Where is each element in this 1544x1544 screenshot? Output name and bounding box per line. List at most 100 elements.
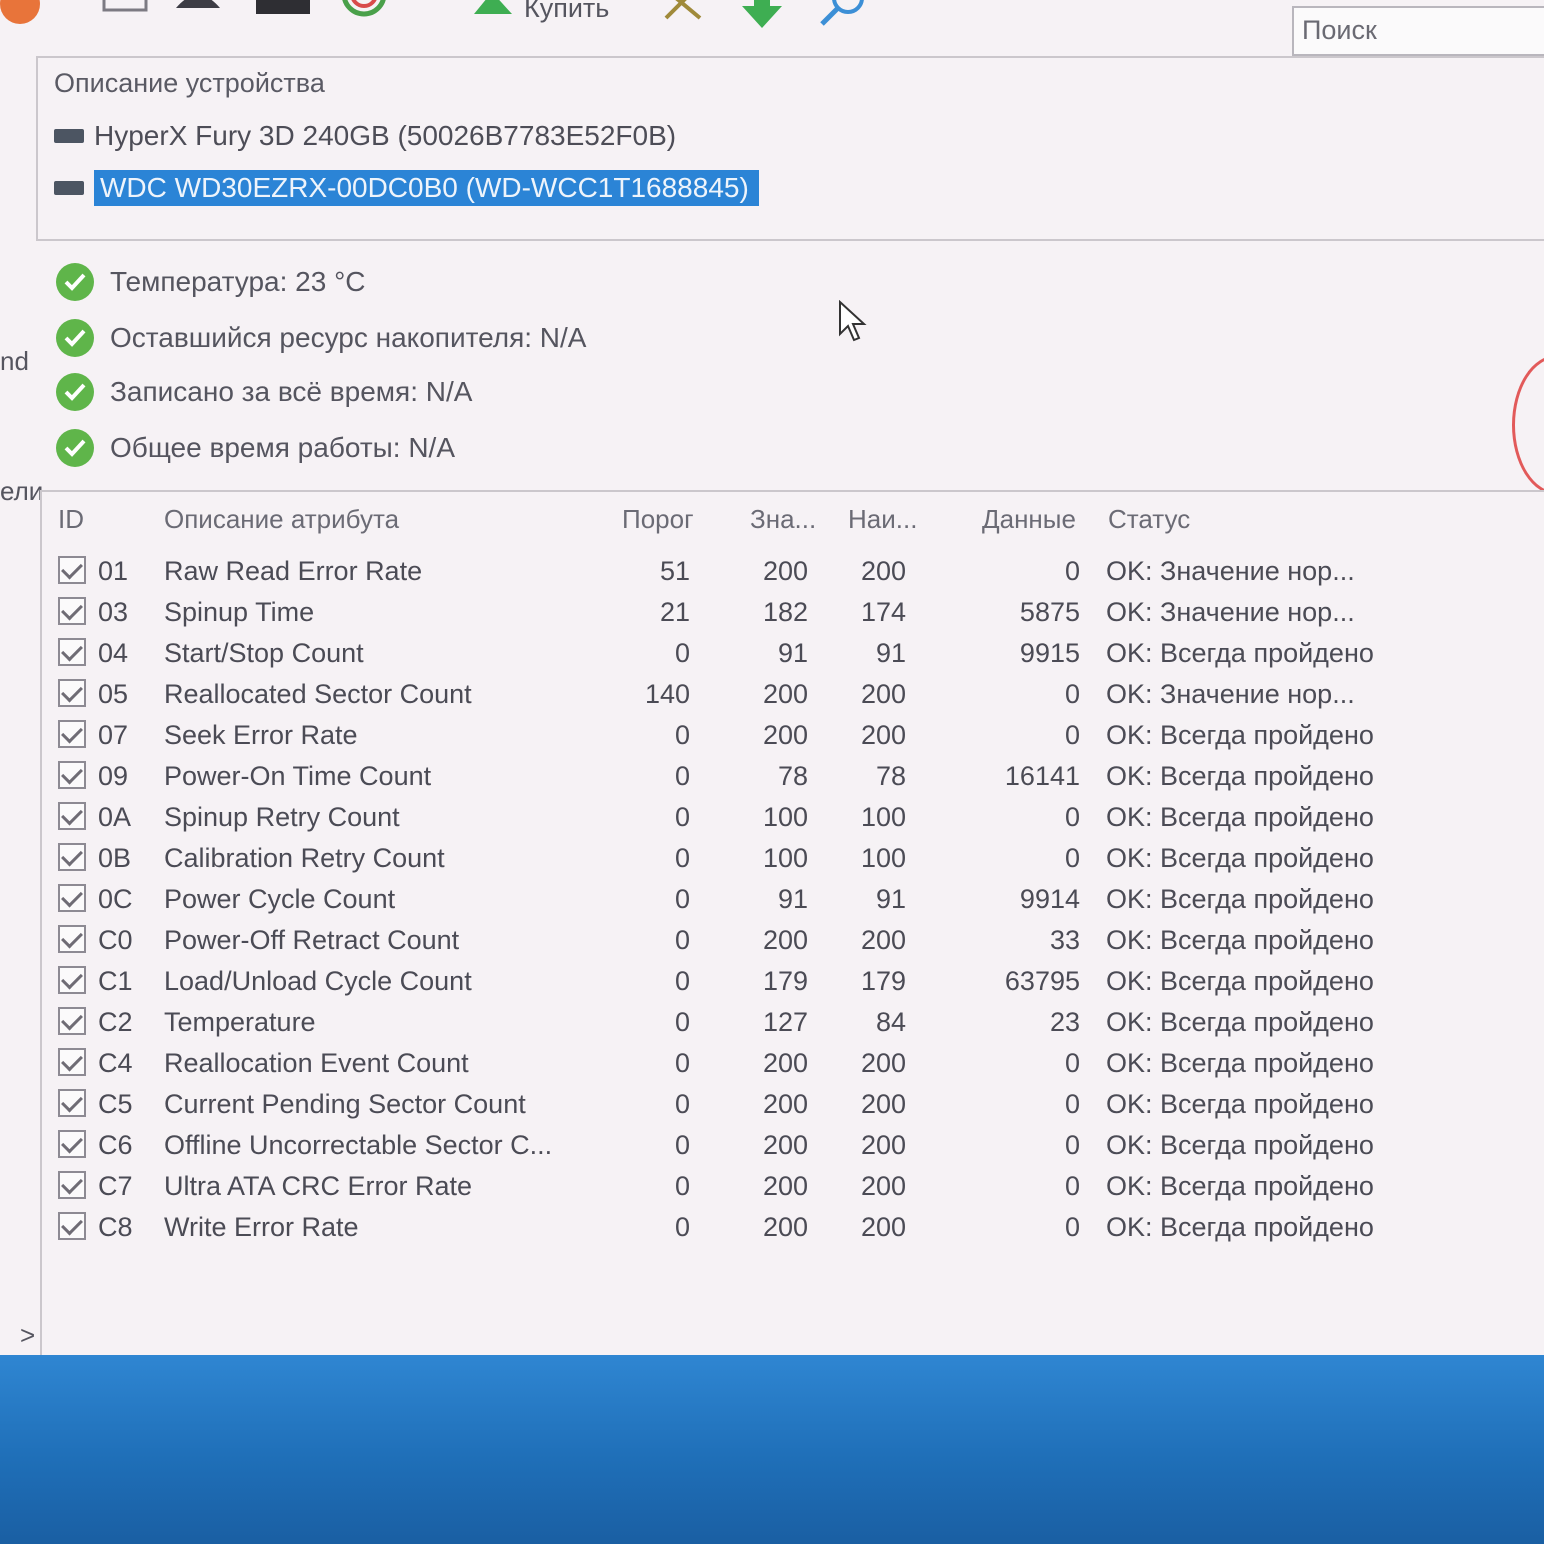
col-header-worst[interactable]: Наи... <box>848 504 917 535</box>
attribute-worst: 200 <box>860 1212 906 1242</box>
attribute-row[interactable]: 09 Power-On Time Count 0 78 78 16141 OK: Всегд… <box>0 757 1544 795</box>
attribute-worst: 179 <box>860 966 906 996</box>
row-checkbox[interactable] <box>58 556 86 584</box>
attribute-description: Calibration Retry Count <box>164 843 445 873</box>
app-icon[interactable] <box>0 0 52 28</box>
attribute-worst: 200 <box>860 1171 906 1201</box>
buy-label: Купить <box>524 0 610 23</box>
status-power-on-time: Общее время работы: N/A <box>56 428 455 468</box>
row-checkbox[interactable] <box>58 679 86 707</box>
attribute-status: OK: Значение нор... <box>1106 679 1355 709</box>
attribute-id: 07 <box>98 720 129 750</box>
attribute-value: 200 <box>762 1171 808 1201</box>
attribute-worst: 91 <box>875 884 906 914</box>
user-icon[interactable] <box>172 0 224 28</box>
attribute-threshold: 0 <box>674 802 690 832</box>
attribute-worst: 200 <box>860 1048 906 1078</box>
attribute-worst: 174 <box>860 597 906 627</box>
row-checkbox[interactable] <box>58 1212 86 1240</box>
attribute-threshold: 0 <box>674 720 690 750</box>
attribute-value: 200 <box>762 1048 808 1078</box>
attribute-row[interactable]: C8 Write Error Rate 0 200 200 0 OK: Всегда про… <box>0 1208 1544 1246</box>
status-total-written: Записано за всё время: N/A <box>56 372 472 412</box>
attribute-id: 09 <box>98 761 129 791</box>
device-label: HyperX Fury 3D 240GB (50026B7783E52F0B) <box>94 120 677 151</box>
check-ok-icon <box>56 429 94 467</box>
side-fragment-2: ели <box>0 476 44 506</box>
health-ring <box>1512 355 1544 495</box>
attribute-row[interactable]: 07 Seek Error Rate 0 200 200 0 OK: Всегда прой… <box>0 716 1544 754</box>
download-arrow-icon[interactable] <box>736 0 788 28</box>
attribute-status: OK: Всегда пройдено <box>1106 884 1374 914</box>
attribute-threshold: 0 <box>674 1089 690 1119</box>
col-header-threshold[interactable]: Порог <box>622 504 694 535</box>
attribute-row[interactable]: 0A Spinup Retry Count 0 100 100 0 OK: Всегда п… <box>0 798 1544 836</box>
expand-chevron-icon[interactable]: > <box>20 1320 35 1351</box>
row-checkbox[interactable] <box>58 1130 86 1158</box>
attribute-row[interactable]: C4 Reallocation Event Count 0 200 200 0 OK: Вс… <box>0 1044 1544 1082</box>
attribute-description: Ultra ATA CRC Error Rate <box>164 1171 473 1201</box>
attribute-row[interactable]: 01 Raw Read Error Rate 51 200 200 0 OK: Значен… <box>0 552 1544 590</box>
row-checkbox[interactable] <box>58 597 86 625</box>
tools-icon[interactable] <box>656 0 708 28</box>
col-header-status[interactable]: Статус <box>1108 504 1190 535</box>
attribute-status: OK: Всегда пройдено <box>1106 1048 1374 1078</box>
drive-icon[interactable] <box>256 0 310 28</box>
device-item-hyperx[interactable]: HyperX Fury 3D 240GB (50026B7783E52F0B) <box>54 116 676 156</box>
attribute-description: Offline Uncorrectable Sector C... <box>164 1130 553 1160</box>
col-header-id[interactable]: ID <box>58 504 84 535</box>
attribute-row[interactable]: C0 Power-Off Retract Count 0 200 200 33 OK: Вс… <box>0 921 1544 959</box>
row-checkbox[interactable] <box>58 802 86 830</box>
attribute-row[interactable]: 05 Reallocated Sector Count 140 200 200 0 OK: … <box>0 675 1544 713</box>
col-header-description[interactable]: Описание атрибута <box>164 504 399 535</box>
attribute-id: C6 <box>98 1130 133 1160</box>
drive-icon <box>54 129 84 143</box>
attribute-row[interactable]: C2 Temperature 0 127 84 23 OK: Всегда пройдено <box>0 1003 1544 1041</box>
attribute-row[interactable]: 03 Spinup Time 21 182 174 5875 OK: Значение но… <box>0 593 1544 631</box>
attribute-value: 100 <box>762 843 808 873</box>
attribute-threshold: 0 <box>674 966 690 996</box>
attribute-row[interactable]: C6 Offline Uncorrectable Sector C... 0 200 2… <box>0 1126 1544 1164</box>
row-checkbox[interactable] <box>58 761 86 789</box>
attribute-threshold: 0 <box>674 638 690 668</box>
attribute-row[interactable]: 0B Calibration Retry Count 0 100 100 0 OK: Все… <box>0 839 1544 877</box>
row-checkbox[interactable] <box>58 966 86 994</box>
window-icon[interactable] <box>100 0 152 28</box>
attribute-id: 04 <box>98 638 129 668</box>
attribute-threshold: 0 <box>674 1007 690 1037</box>
row-checkbox[interactable] <box>58 1089 86 1117</box>
row-checkbox[interactable] <box>58 638 86 666</box>
attribute-row[interactable]: C5 Current Pending Sector Count 0 200 200 0 OK… <box>0 1085 1544 1123</box>
attribute-row[interactable]: 0C Power Cycle Count 0 91 91 9914 OK: Всегда п… <box>0 880 1544 918</box>
row-checkbox[interactable] <box>58 925 86 953</box>
attribute-row[interactable]: C1 Load/Unload Cycle Count 0 179 179 63795 OK:… <box>0 962 1544 1000</box>
attribute-worst: 200 <box>860 720 906 750</box>
attribute-description: Power-Off Retract Count <box>164 925 460 955</box>
col-header-value[interactable]: Зна... <box>750 504 816 535</box>
attribute-status: OK: Всегда пройдено <box>1106 720 1374 750</box>
attribute-row[interactable]: C7 Ultra ATA CRC Error Rate 0 200 200 0 OK: Вс… <box>0 1167 1544 1205</box>
search-input[interactable] <box>1294 8 1534 52</box>
attribute-status: OK: Всегда пройдено <box>1106 966 1374 996</box>
attribute-data: 9914 <box>1019 884 1080 914</box>
col-header-data[interactable]: Данные <box>982 504 1076 535</box>
attribute-status: OK: Всегда пройдено <box>1106 761 1374 791</box>
attribute-data: 0 <box>1064 679 1080 709</box>
row-checkbox[interactable] <box>58 884 86 912</box>
side-fragment-1: nd <box>0 346 29 376</box>
attribute-description: Spinup Retry Count <box>164 802 400 832</box>
row-checkbox[interactable] <box>58 1007 86 1035</box>
status-label: Записано за всё время: N/A <box>110 376 473 407</box>
globe-icon[interactable] <box>338 0 390 28</box>
attribute-row[interactable]: 04 Start/Stop Count 0 91 91 9915 OK: Всегда пр… <box>0 634 1544 672</box>
magnifier-icon[interactable] <box>816 0 868 28</box>
attribute-id: C5 <box>98 1089 133 1119</box>
row-checkbox[interactable] <box>58 843 86 871</box>
row-checkbox[interactable] <box>58 720 86 748</box>
search-field[interactable] <box>1292 6 1544 56</box>
device-item-wdc[interactable]: WDC WD30EZRX-00DC0B0 (WD-WCC1T1688845) <box>54 168 759 208</box>
row-checkbox[interactable] <box>58 1048 86 1076</box>
row-checkbox[interactable] <box>58 1171 86 1199</box>
buy-button[interactable]: Купить <box>470 0 609 28</box>
attribute-data: 9915 <box>1019 638 1080 668</box>
